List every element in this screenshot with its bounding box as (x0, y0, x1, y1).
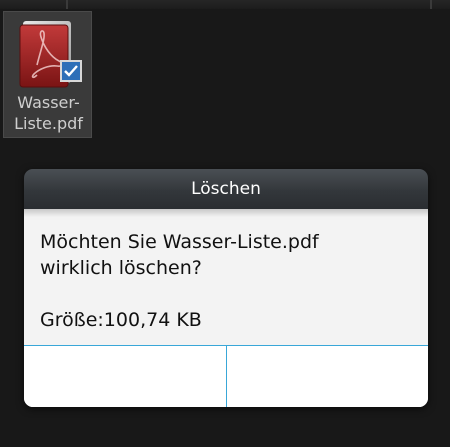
checkmark-icon (64, 65, 78, 77)
title-shadow (24, 209, 428, 217)
file-name-line2: Liste.pdf (14, 114, 83, 133)
dialog-message-line2: wirklich löschen? (40, 257, 202, 279)
dialog-message-line1: Möchten Sie Wasser-Liste.pdf (40, 231, 319, 253)
dialog-right-button[interactable] (226, 346, 428, 407)
file-name-line1: Wasser- (17, 93, 80, 112)
toolbar-separator (430, 0, 432, 9)
checkbox-checked-icon[interactable] (60, 60, 82, 82)
dialog-body: Möchten Sie Wasser-Liste.pdf wirklich lö… (24, 209, 428, 345)
top-toolbar-edge (0, 0, 450, 9)
file-size-text: Größe:100,74 KB (40, 309, 202, 331)
toolbar-separator (66, 0, 68, 9)
dialog-title: Löschen (24, 169, 428, 209)
dialog-left-button[interactable] (24, 346, 227, 407)
file-item-wasser-liste[interactable]: Wasser- Liste.pdf (3, 11, 92, 138)
file-name-label: Wasser- Liste.pdf (4, 92, 93, 134)
screen: Wasser- Liste.pdf Löschen Möchten Sie Wa… (0, 0, 450, 447)
delete-dialog: Löschen Möchten Sie Wasser-Liste.pdf wir… (24, 169, 428, 407)
dialog-button-bar (24, 345, 428, 407)
